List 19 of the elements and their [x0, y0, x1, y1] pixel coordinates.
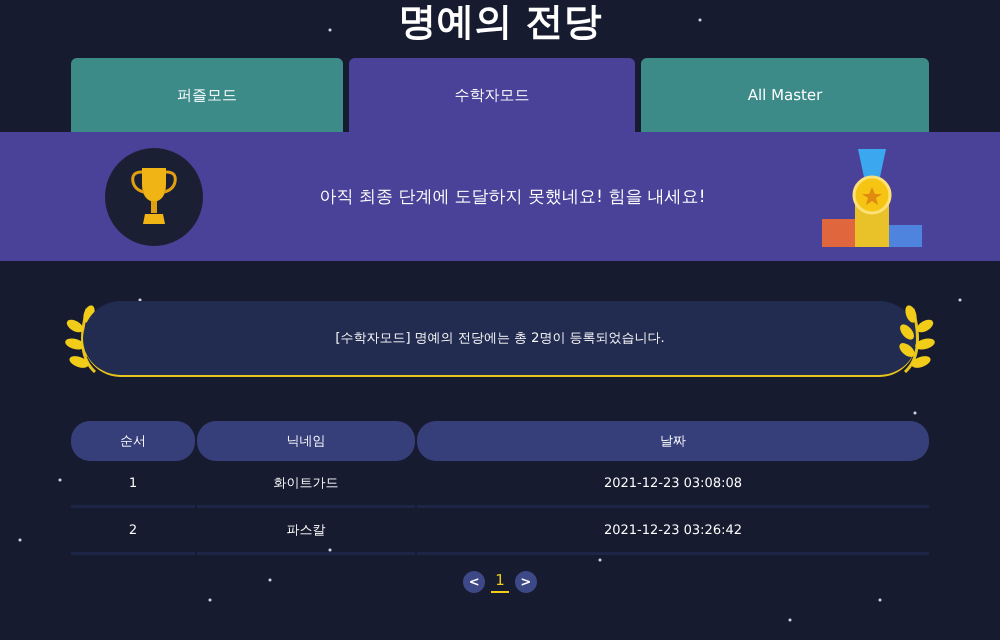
- summary-message: [수학자모드] 명예의 전당에는 총 2명이 등록되었습니다.: [83, 301, 917, 377]
- table-cell: 1: [71, 461, 195, 508]
- mode-tab[interactable]: All Master: [641, 58, 929, 132]
- table-cell: 화이트가드: [197, 461, 415, 508]
- table-cell: 2021-12-23 03:26:42: [417, 508, 929, 555]
- previous-page-button[interactable]: <: [463, 571, 486, 593]
- page-number[interactable]: 1: [491, 571, 509, 593]
- table-cell: 파스칼: [197, 508, 415, 555]
- column-header: 순서: [71, 421, 195, 461]
- banner-message: 아직 최종 단계에 도달하지 못했네요! 힘을 내세요!: [318, 186, 707, 208]
- mode-tab[interactable]: 퍼즐모드: [71, 58, 343, 132]
- table-cell: 2: [71, 508, 195, 555]
- column-header: 날짜: [417, 421, 929, 461]
- page-title: 명예의 전당: [398, 0, 602, 45]
- medal-podium-icon: [822, 146, 922, 246]
- table-cell: 2021-12-23 03:08:08: [417, 461, 929, 508]
- mode-tab[interactable]: 수학자모드: [349, 58, 635, 132]
- next-page-button[interactable]: >: [514, 571, 537, 593]
- column-header: 닉네임: [197, 421, 415, 461]
